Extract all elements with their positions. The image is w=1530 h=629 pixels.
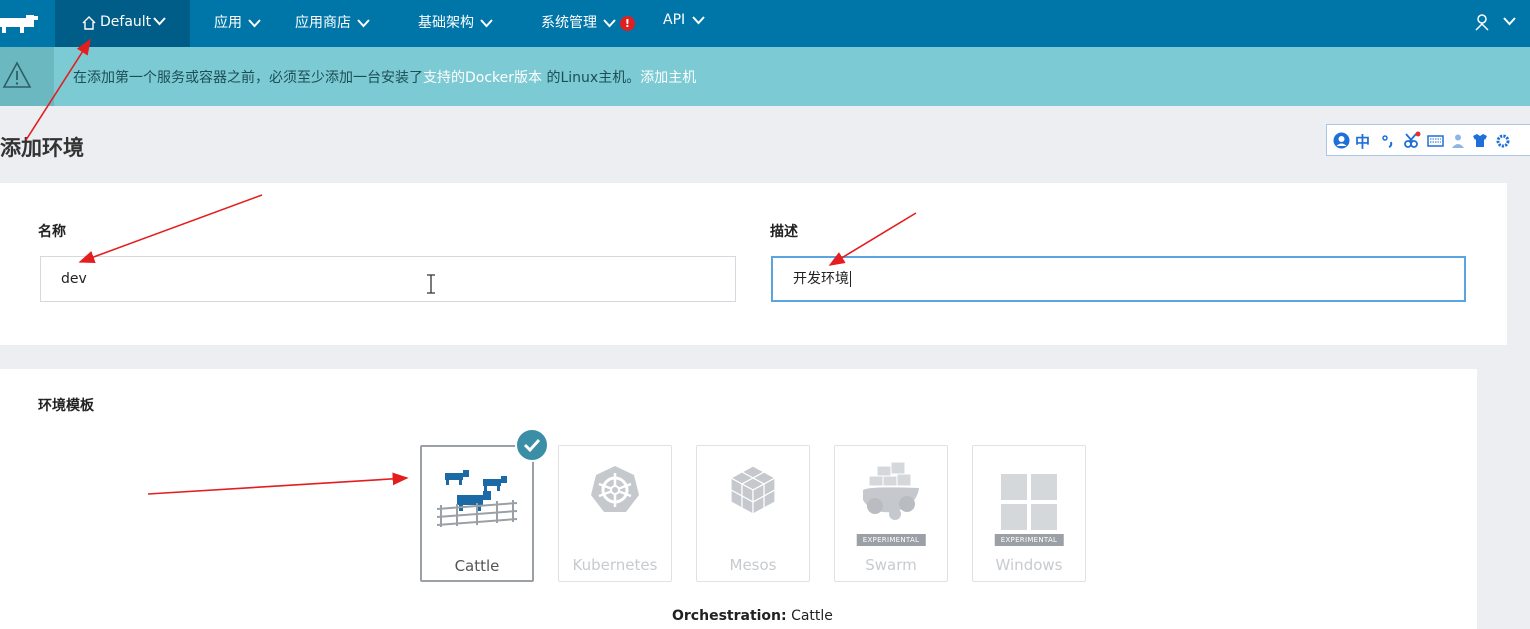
menu-infrastructure[interactable]: 基础架构 — [418, 12, 494, 32]
rancher-logo[interactable] — [0, 12, 42, 34]
chevron-down-icon — [480, 18, 494, 27]
text-cursor-icon — [427, 274, 435, 294]
template-kubernetes[interactable]: Kubernetes — [558, 445, 672, 582]
banner-text-middle: 的Linux主机。 — [542, 70, 641, 86]
template-label: 环境模板 — [38, 398, 94, 414]
env-info-card: 名称 dev 描述 开发环境 — [0, 183, 1507, 345]
warning-icon-box — [0, 47, 54, 106]
experimental-badge: EXPERIMENTAL — [994, 534, 1064, 546]
chevron-down-icon — [153, 17, 166, 26]
ime-lang-toggle[interactable]: 中 — [1355, 131, 1370, 152]
banner-text-before: 在添加第一个服务或容器之前，必须至少添加一台安装了 — [73, 70, 423, 86]
template-cattle[interactable]: Cattle — [420, 445, 534, 582]
menu-admin[interactable]: 系统管理 ! — [541, 12, 635, 32]
page-title: 添加环境 — [0, 136, 84, 160]
user-icon[interactable] — [1474, 13, 1490, 31]
banner-text: 在添加第一个服务或容器之前，必须至少添加一台安装了支持的Docker版本 的Li… — [73, 67, 696, 87]
settings-icon[interactable] — [1495, 133, 1511, 149]
description-input[interactable]: 开发环境 — [771, 256, 1466, 302]
top-nav: Default 应用 应用商店 基础架构 系统管理 ! API — [0, 0, 1530, 47]
punctuation-icon[interactable] — [1381, 134, 1395, 148]
menu-admin-label: 系统管理 — [541, 15, 597, 31]
menu-api-label: API — [663, 12, 686, 28]
cattle-icon — [436, 470, 518, 527]
menu-catalog-label: 应用商店 — [295, 15, 351, 31]
add-host-link[interactable]: 添加主机 — [640, 70, 696, 86]
kubernetes-icon — [591, 466, 639, 512]
home-icon — [82, 16, 96, 30]
windows-icon — [1001, 474, 1057, 530]
host-warning-banner: 在添加第一个服务或容器之前，必须至少添加一台安装了支持的Docker版本 的Li… — [0, 47, 1530, 106]
experimental-badge: EXPERIMENTAL — [856, 534, 926, 546]
description-input-value: 开发环境 — [793, 271, 849, 287]
chevron-down-icon — [603, 18, 617, 27]
ime-toolbar: 中 — [1326, 124, 1530, 156]
template-windows-label: Windows — [995, 556, 1063, 574]
menu-api[interactable]: API — [663, 12, 705, 28]
menu-catalog[interactable]: 应用商店 — [295, 12, 371, 32]
alert-icon: ! — [619, 15, 635, 31]
text-caret — [850, 271, 851, 287]
template-kubernetes-label: Kubernetes — [572, 556, 658, 574]
orchestration-label: Orchestration: — [672, 608, 787, 624]
template-mesos-label: Mesos — [729, 556, 777, 574]
menu-infrastructure-label: 基础架构 — [418, 15, 474, 31]
chevron-down-icon — [691, 15, 705, 24]
menu-apps[interactable]: 应用 — [214, 12, 262, 32]
user-profile-icon[interactable] — [1451, 133, 1465, 149]
mesos-icon — [730, 465, 776, 516]
template-swarm[interactable]: EXPERIMENTAL Swarm — [834, 445, 948, 582]
name-input-value: dev — [61, 271, 87, 287]
environment-name: Default — [100, 14, 152, 30]
keyboard-icon[interactable] — [1427, 135, 1444, 147]
orchestration-value: Cattle — [791, 608, 833, 624]
environment-switcher[interactable]: Default — [55, 0, 190, 47]
warning-icon — [2, 61, 32, 88]
template-cattle-label: Cattle — [454, 557, 500, 575]
skin-icon[interactable] — [1472, 133, 1488, 148]
swarm-icon — [863, 461, 919, 520]
template-swarm-label: Swarm — [865, 556, 917, 574]
docker-version-link[interactable]: 支持的Docker版本 — [423, 70, 542, 86]
orchestration-summary: Orchestration: Cattle — [672, 608, 833, 624]
ime-logo-icon[interactable] — [1333, 132, 1350, 149]
scissors-icon[interactable] — [1403, 131, 1421, 149]
chevron-down-icon — [248, 18, 262, 27]
template-mesos[interactable]: Mesos — [696, 445, 810, 582]
name-label: 名称 — [38, 224, 66, 240]
template-windows[interactable]: EXPERIMENTAL Windows — [972, 445, 1086, 582]
menu-apps-label: 应用 — [214, 15, 242, 31]
description-label: 描述 — [770, 224, 798, 240]
selected-check-icon — [515, 428, 549, 462]
chevron-down-icon — [357, 18, 371, 27]
name-input[interactable]: dev — [40, 256, 736, 302]
chevron-down-icon[interactable] — [1503, 17, 1516, 26]
